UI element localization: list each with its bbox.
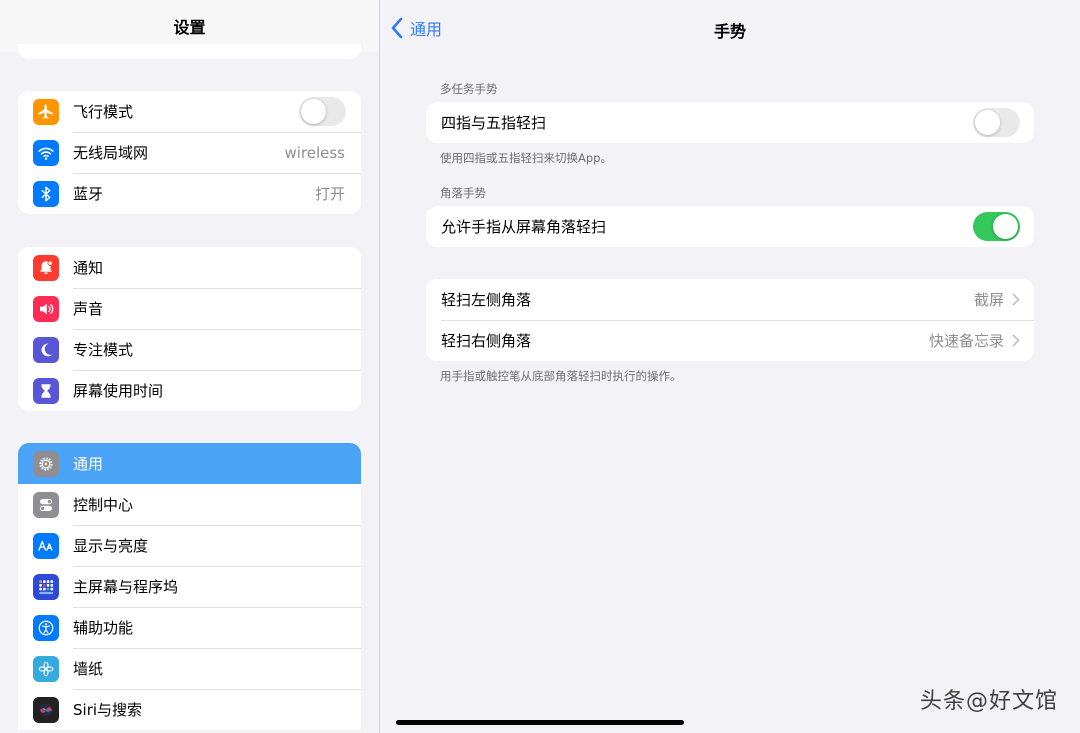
left-corner-swipe-row[interactable]: 轻扫左侧角落 截屏 [426,279,1034,320]
right-corner-swipe-row[interactable]: 轻扫右侧角落 快速备忘录 [426,320,1034,361]
corner-swipe-row: 允许手指从屏幕角落轻扫 [426,206,1034,247]
sidebar-item-label: 墙纸 [73,660,104,678]
corner-actions-footer: 用手指或触控笔从底部角落轻扫时执行的操作。 [440,369,682,383]
gestures-detail-pane: 通用 手势 多任务手势 四指与五指轻扫 使用四指或五指轻扫来切换App。 角落手… [380,0,1080,733]
flower-icon [33,655,59,682]
corner-section-header: 角落手势 [440,186,486,200]
sidebar-item-label: 飞行模式 [73,103,134,121]
right-corner-swipe-label: 轻扫右侧角落 [441,332,532,350]
chevron-right-icon [1012,334,1020,347]
navigation-bar: 通用 手势 [380,0,1080,56]
airplane-icon [33,98,59,125]
notification-bell-icon [33,254,59,281]
sidebar-item-control-center[interactable]: 控制中心 [18,484,361,525]
multitask-section-footer: 使用四指或五指轻扫来切换App。 [440,151,612,165]
four-five-finger-swipe-label: 四指与五指轻扫 [441,114,547,132]
corner-swipe-card: 允许手指从屏幕角落轻扫 [426,206,1034,247]
bluetooth-status-value: 打开 [314,185,345,203]
sidebar-item-label: Siri与搜索 [73,701,143,719]
sidebar-title: 设置 [173,18,206,37]
sidebar-item-label: 声音 [73,300,104,318]
sidebar-item-label: 无线局域网 [73,144,149,162]
four-five-finger-swipe-toggle[interactable] [973,108,1020,137]
home-indicator[interactable] [396,720,684,725]
toggle-knob [993,214,1018,239]
sidebar-item-notifications[interactable]: 通知 [18,247,361,288]
airplane-mode-toggle[interactable] [299,97,346,126]
multitask-card: 四指与五指轻扫 [426,102,1034,143]
sidebar-item-screen-time[interactable]: 屏幕使用时间 [18,370,361,411]
settings-sidebar: 设置 飞行模式 无线局域网 wireless 蓝牙 打开 通知 声音 专注模式 … [0,0,379,733]
chevron-right-icon [1012,293,1020,306]
left-corner-swipe-value: 截屏 [973,291,1004,309]
multitask-section-header: 多任务手势 [440,82,498,96]
sidebar-item-focus[interactable]: 专注模式 [18,329,361,370]
sidebar-item-display-brightness[interactable]: 显示与亮度 [18,525,361,566]
sidebar-item-wifi[interactable]: 无线局域网 wireless [18,132,361,173]
sidebar-item-label: 屏幕使用时间 [73,382,164,400]
sidebar-item-accessibility[interactable]: 辅助功能 [18,607,361,648]
sidebar-group-general: 通用 控制中心 显示与亮度 主屏幕与程序坞 辅助功能 墙纸 Siri与搜索 [18,443,361,730]
sidebar-item-sounds[interactable]: 声音 [18,288,361,329]
moon-icon [33,336,59,363]
sidebar-item-siri-search[interactable]: Siri与搜索 [18,689,361,730]
speaker-icon [33,295,59,322]
sidebar-group-notifications: 通知 声音 专注模式 屏幕使用时间 [18,247,361,411]
wifi-icon [33,139,59,166]
left-corner-swipe-label: 轻扫左侧角落 [441,291,532,309]
text-size-icon [33,532,59,559]
bluetooth-icon [33,180,59,207]
toggle-knob [975,110,1000,135]
gear-icon [33,450,59,477]
sidebar-group-connectivity: 飞行模式 无线局域网 wireless 蓝牙 打开 [18,91,361,214]
sidebar-item-airplane-mode[interactable]: 飞行模式 [18,91,361,132]
right-corner-swipe-value: 快速备忘录 [928,332,1004,350]
sidebar-item-home-screen-dock[interactable]: 主屏幕与程序坞 [18,566,361,607]
wifi-network-value: wireless [284,143,345,162]
siri-icon [33,696,59,723]
sidebar-item-wallpaper[interactable]: 墙纸 [18,648,361,689]
sidebar-item-label: 专注模式 [73,341,134,359]
accessibility-icon [33,614,59,641]
toggle-knob [301,99,326,124]
sidebar-item-label: 辅助功能 [73,619,134,637]
four-five-finger-swipe-row: 四指与五指轻扫 [426,102,1034,143]
corner-swipe-toggle[interactable] [973,212,1020,241]
sidebar-item-label: 显示与亮度 [73,537,149,555]
sidebar-group-stub [18,44,361,59]
page-title: 手势 [713,22,746,41]
sidebar-item-bluetooth[interactable]: 蓝牙 打开 [18,173,361,214]
corner-swipe-label: 允许手指从屏幕角落轻扫 [441,218,607,236]
sidebar-item-label: 控制中心 [73,496,134,514]
app-grid-icon [33,573,59,600]
toggles-icon [33,491,59,518]
sidebar-item-label: 主屏幕与程序坞 [73,578,179,596]
watermark: 头条@好文馆 [919,689,1058,714]
sidebar-item-general[interactable]: 通用 [18,443,361,484]
hourglass-icon [33,377,59,404]
sidebar-item-label: 蓝牙 [73,185,104,203]
corner-actions-card: 轻扫左侧角落 截屏 轻扫右侧角落 快速备忘录 [426,279,1034,361]
sidebar-item-label: 通知 [73,259,104,277]
sidebar-item-label: 通用 [73,455,104,473]
